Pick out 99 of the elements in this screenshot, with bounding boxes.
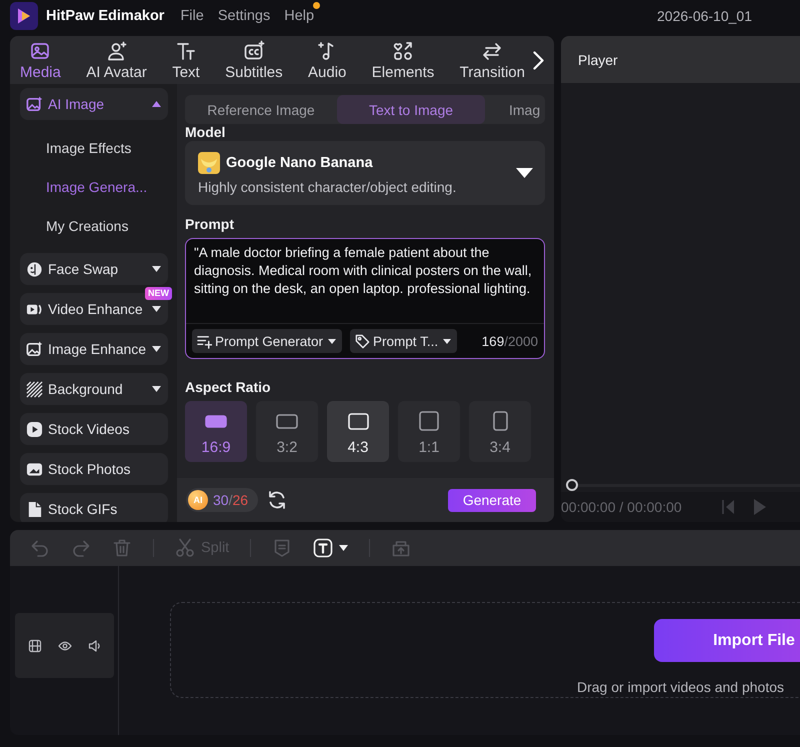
- image-sparkle-icon: [26, 340, 43, 358]
- drop-zone[interactable]: Import File Drag or import videos and photos: [170, 602, 800, 698]
- film-button[interactable]: [28, 638, 42, 652]
- wide-rectangle-icon: [205, 414, 227, 428]
- sidebar-item[interactable]: Stock GIFs: [20, 493, 168, 522]
- rectangle-icon: [348, 412, 368, 430]
- model-description: Highly consistent character/object editing.: [198, 178, 458, 194]
- category-tab[interactable]: Subtitles: [225, 38, 283, 82]
- image-sparkle-icon: [26, 96, 43, 112]
- redo-icon: [71, 538, 91, 558]
- refresh-button[interactable]: [267, 490, 288, 510]
- aspect-ratio-option[interactable]: 3:2: [256, 401, 318, 462]
- prompt-input[interactable]: "A male doctor briefing a female patient about the diagnosis. Medical room with clinical posters on the wall, sitting on the desk, an open laptop. professional lighting.: [186, 239, 544, 323]
- generate-button[interactable]: Generate: [448, 488, 536, 512]
- aspect-ratio-option[interactable]: 16:9: [185, 401, 247, 462]
- mode-tab[interactable]: Text to Image: [337, 95, 485, 124]
- speaker-button[interactable]: [88, 638, 102, 652]
- playback-scrubber[interactable]: [566, 479, 800, 491]
- photo-icon: [26, 460, 43, 478]
- aspect-ratio-label: Aspect Ratio: [185, 379, 272, 396]
- player-title: Player: [578, 52, 618, 68]
- shapes-icon: [392, 40, 414, 62]
- logo-icon: [10, 2, 38, 30]
- sidebar-item[interactable]: Face Swap: [20, 253, 168, 285]
- undo-icon: [30, 538, 50, 558]
- playback-time: 00:00:00 / 00:00:00: [561, 499, 682, 515]
- model-label: Model: [185, 124, 226, 141]
- prompt-tool-button[interactable]: Prompt Generator: [192, 329, 342, 353]
- sidebar-item[interactable]: Image Enhance: [20, 333, 168, 365]
- caret-down-icon: [152, 346, 161, 352]
- sidebar-subitem[interactable]: Image Genera...: [20, 167, 168, 206]
- caret-down-icon: [443, 338, 452, 344]
- square-icon: [419, 411, 439, 431]
- person-sparkle-icon: [106, 40, 128, 62]
- menu-item[interactable]: Settings: [210, 8, 278, 24]
- step-back-icon: [722, 499, 735, 515]
- sidebar-item[interactable]: AI Image: [20, 88, 168, 120]
- play-square-icon: [26, 420, 43, 438]
- speaker-icon: [88, 638, 102, 652]
- text-icon: [174, 40, 197, 62]
- aspect-ratio-option[interactable]: 4:3: [327, 401, 389, 462]
- tag-icon: [355, 334, 370, 348]
- character-count: 169/2000: [482, 334, 538, 348]
- play-icon: [752, 499, 766, 515]
- category-tab[interactable]: Transition: [460, 38, 525, 82]
- sidebar-subitem[interactable]: Image Effects: [20, 128, 168, 167]
- sidebar-subitem[interactable]: My Creations: [20, 206, 168, 245]
- sidebar-item[interactable]: Stock Videos: [20, 413, 168, 445]
- model-name: Google Nano Banana: [226, 154, 373, 170]
- refresh-icon: [267, 490, 288, 510]
- rectangle-icon: [276, 414, 298, 428]
- face-icon: [26, 260, 43, 278]
- aspect-ratio-option[interactable]: 3:4: [469, 401, 531, 462]
- credits-count: 30/26: [213, 492, 248, 508]
- mode-tab[interactable]: Reference Image: [187, 95, 335, 124]
- menu-item[interactable]: Help: [277, 8, 322, 24]
- caret-down-icon: [328, 338, 336, 344]
- upload-box-icon: [391, 538, 412, 558]
- scissors-icon: [175, 538, 195, 558]
- list-plus-icon: [197, 334, 212, 348]
- category-tab[interactable]: Media: [20, 38, 61, 82]
- mode-tab[interactable]: Imag: [487, 95, 545, 124]
- sidebar-item[interactable]: Background: [20, 373, 168, 405]
- category-tab[interactable]: Text: [172, 38, 200, 82]
- toolbar-button[interactable]: [313, 538, 348, 558]
- file-icon: [26, 500, 43, 518]
- text-box-icon: [313, 538, 334, 558]
- eye-button[interactable]: [58, 638, 72, 652]
- film-icon: [28, 638, 42, 652]
- left-right-arrows-icon: [481, 40, 504, 62]
- app-name: HitPaw Edimakor: [46, 8, 164, 24]
- sidebar-item[interactable]: Stock Photos: [20, 453, 168, 485]
- category-tab[interactable]: AI Avatar: [86, 38, 147, 82]
- marker-icon: [272, 538, 292, 558]
- caret-down-icon: [152, 266, 161, 272]
- prompt-tool-button[interactable]: Prompt T...: [350, 329, 458, 353]
- category-tab[interactable]: Elements: [372, 38, 434, 82]
- model-selector[interactable]: Google Nano Banana Highly consistent character/object editing.: [185, 141, 545, 205]
- caret-up-icon: [152, 101, 161, 107]
- subtitles-icon: [242, 40, 265, 62]
- import-button[interactable]: Import File: [654, 619, 800, 662]
- chevron-right-icon[interactable]: [533, 50, 544, 70]
- aspect-ratio-option[interactable]: 1:1: [398, 401, 460, 462]
- image-icon: [29, 40, 52, 62]
- scrubber-thumb[interactable]: [566, 479, 578, 491]
- ai-coin-badge: AI: [188, 490, 208, 510]
- new-badge: NEW: [145, 287, 172, 300]
- caret-down-icon: [152, 306, 161, 312]
- project-name: 2026-06-10_01: [657, 8, 752, 24]
- tall-rectangle-icon: [492, 411, 508, 431]
- caret-down-icon: [516, 168, 533, 178]
- drop-hint: Drag or import videos and photos: [577, 679, 784, 695]
- prompt-label: Prompt: [185, 216, 235, 233]
- eye-icon: [58, 638, 72, 652]
- trash-icon: [112, 538, 132, 558]
- caret-down-icon: [152, 386, 161, 392]
- category-tab[interactable]: Audio: [308, 38, 346, 82]
- banana-icon: [198, 152, 220, 174]
- menu-item[interactable]: File: [173, 8, 211, 24]
